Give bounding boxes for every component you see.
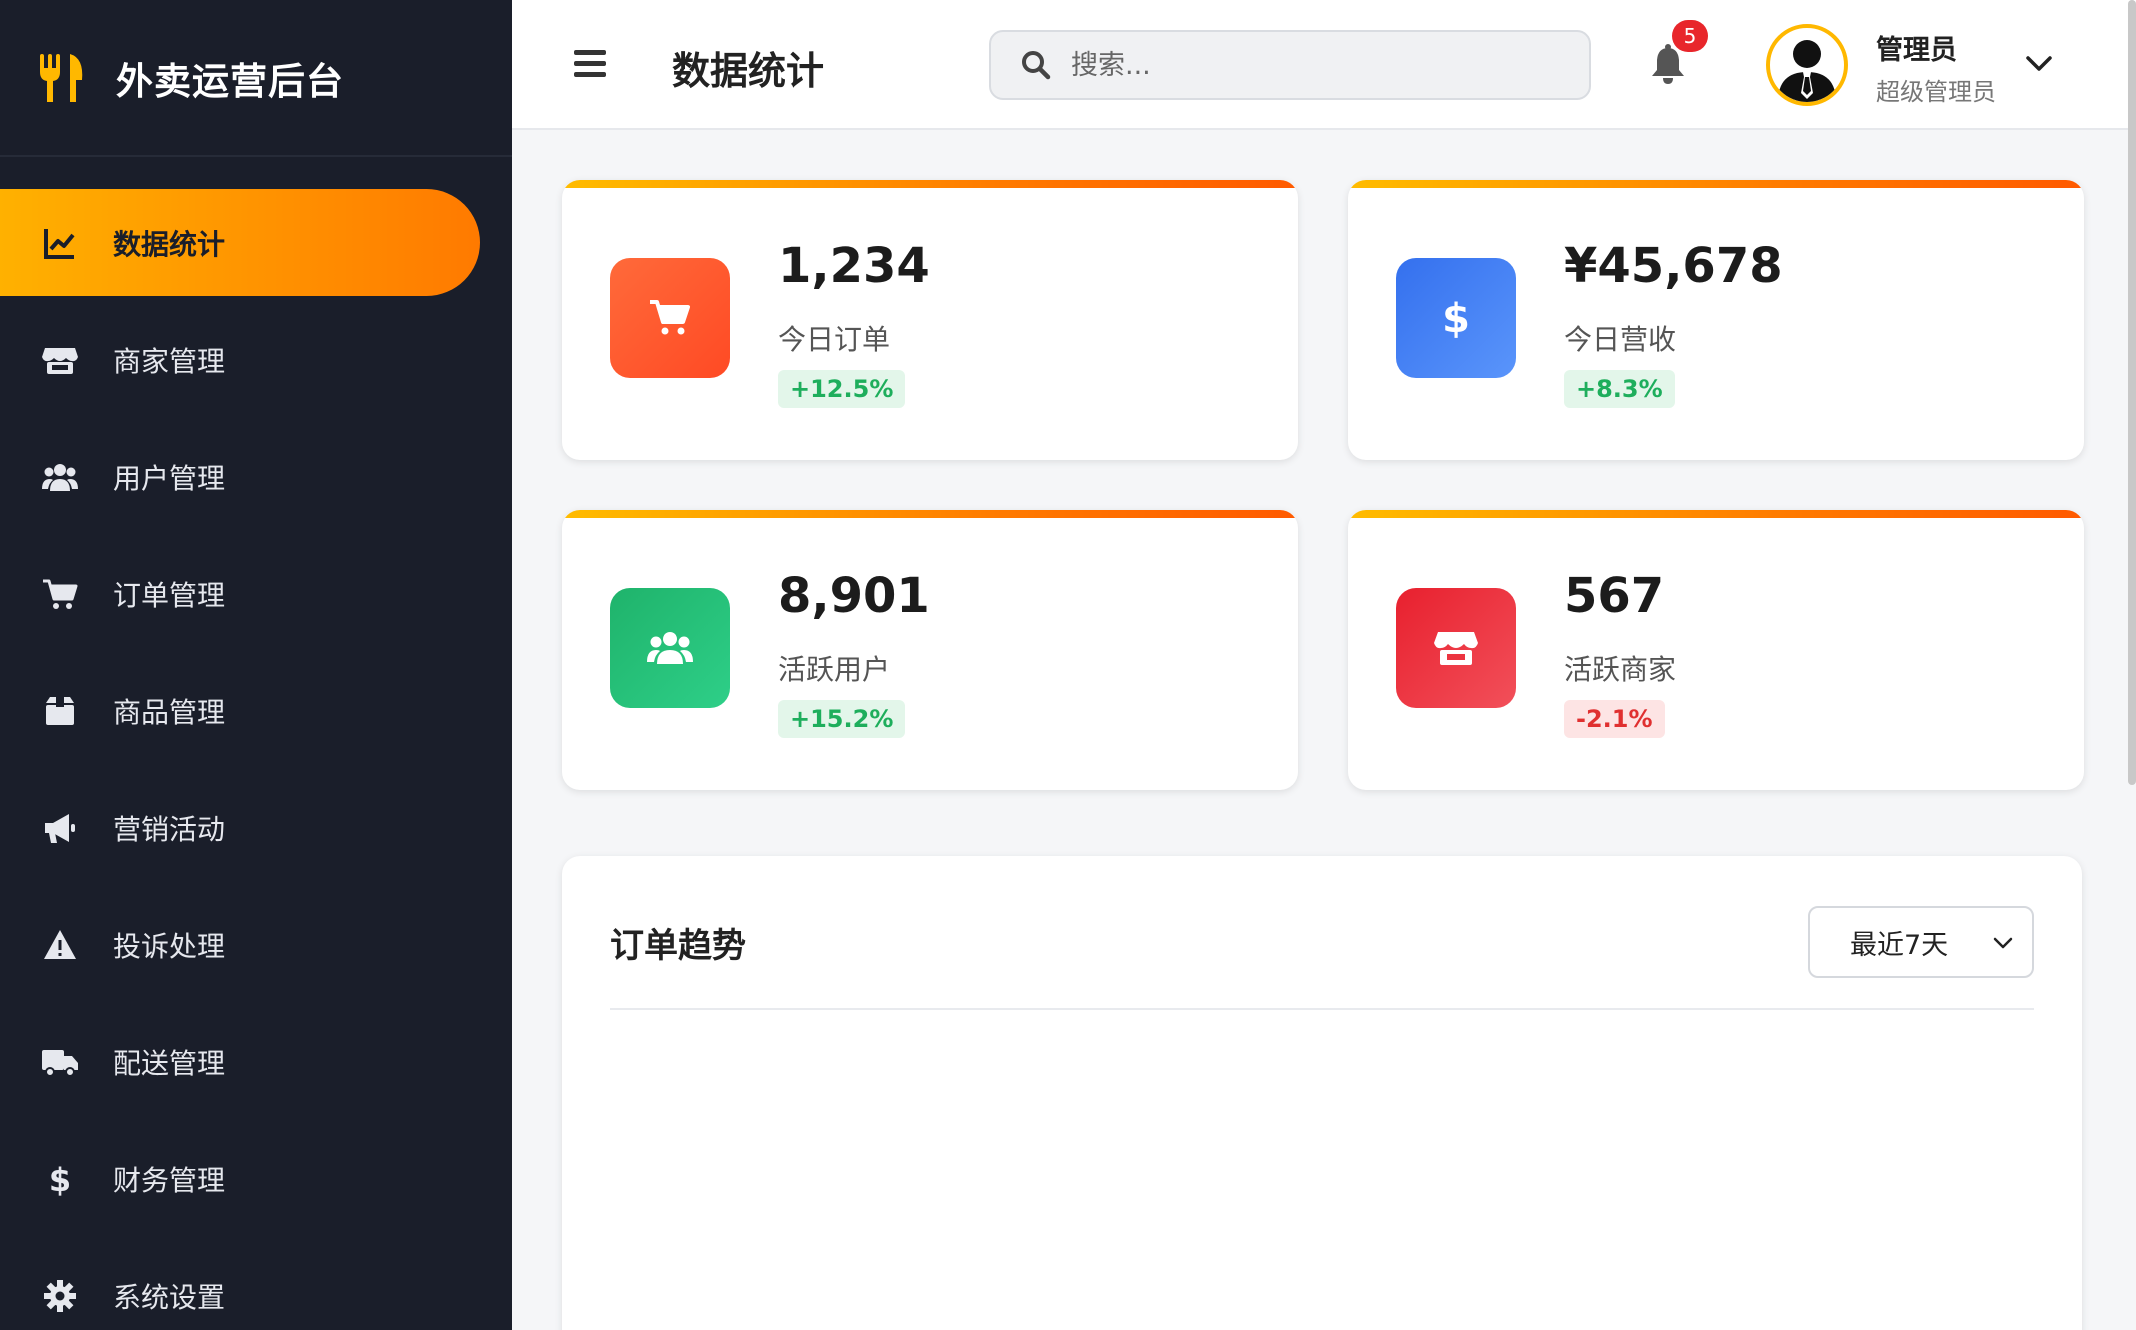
sidebar-item-orders[interactable]: 订单管理 [0,540,512,647]
sidebar-item-label: 配送管理 [113,1046,226,1080]
order-trend-panel: 订单趋势 最近7天 [562,856,2082,1330]
warning-icon [40,925,80,965]
scrollbar[interactable] [2128,0,2136,785]
search-icon [1022,51,1051,80]
users-icon [610,588,730,708]
panel-title: 订单趋势 [610,926,746,966]
stat-value: 567 [1564,568,1665,624]
box-icon [40,691,80,731]
avatar[interactable] [1766,24,1848,106]
sidebar-item-finance[interactable]: $ 财务管理 [0,1125,512,1232]
chevron-down-icon[interactable] [2024,52,2054,76]
svg-text:$: $ [1442,296,1470,342]
sidebar-item-complaints[interactable]: 投诉处理 [0,891,512,998]
sidebar-item-settings[interactable]: 系统设置 [0,1242,512,1330]
sidebar-item-label: 投诉处理 [113,929,226,963]
sidebar-item-marketing[interactable]: 营销活动 [0,774,512,881]
search-box[interactable] [989,30,1591,100]
range-select[interactable]: 最近7天 [1808,906,2034,978]
trend-badge: +8.3% [1564,370,1675,408]
stat-value: ¥45,678 [1564,238,1783,294]
stat-card-users[interactable]: 8,901 活跃用户 +15.2% [562,510,1298,790]
store-icon [40,340,80,380]
stat-label: 活跃商家 [1564,653,1677,686]
fork-knife-icon [40,53,83,102]
gear-icon [40,1276,80,1316]
truck-icon [40,1042,80,1082]
user-silhouette-icon [1778,40,1836,102]
users-icon [40,457,80,497]
menu-toggle-icon[interactable] [574,50,606,78]
page-title: 数据统计 [672,49,825,93]
stat-label: 今日营收 [1564,323,1677,356]
topbar: 数据统计 5 管理员 超级管理员 [512,0,2136,130]
sidebar-item-merchants[interactable]: 商家管理 [0,306,512,413]
dollar-icon: $ [1396,258,1516,378]
divider [610,1008,2034,1010]
dollar-icon: $ [40,1159,80,1199]
sidebar-item-label: 用户管理 [113,461,226,495]
chart-line-icon [40,223,80,263]
chevron-down-icon [1993,937,2013,949]
stat-value: 1,234 [778,238,930,294]
sidebar-item-label: 商品管理 [113,695,226,729]
cart-icon [40,574,80,614]
sidebar-item-users[interactable]: 用户管理 [0,423,512,530]
trend-badge: +15.2% [778,700,906,738]
stat-card-revenue[interactable]: $ ¥45,678 今日营收 +8.3% [1348,180,2084,460]
sidebar-item-label: 数据统计 [113,227,226,261]
sidebar-item-label: 系统设置 [113,1280,226,1314]
sidebar-nav: 数据统计 商家管理 用户管理 订单管理 商品管理 营销活动 投诉处理 配送管理 … [0,189,512,1330]
sidebar-item-label: 商家管理 [113,344,226,378]
notification-badge: 5 [1672,20,1708,52]
brand-title: 外卖运营后台 [116,59,344,103]
sidebar-item-label: 营销活动 [113,812,226,846]
range-select-value: 最近7天 [1850,929,1949,961]
svg-text:$: $ [49,1161,71,1197]
megaphone-icon [40,808,80,848]
stat-label: 今日订单 [778,323,891,356]
brand: 外卖运营后台 [0,0,512,157]
sidebar-item-delivery[interactable]: 配送管理 [0,1008,512,1115]
stat-label: 活跃用户 [778,653,891,686]
cart-icon [610,258,730,378]
user-role: 超级管理员 [1876,78,1996,106]
store-icon [1396,588,1516,708]
sidebar-item-label: 订单管理 [113,578,226,612]
search-input[interactable] [1071,49,1551,81]
stat-value: 8,901 [778,568,930,624]
sidebar: 外卖运营后台 数据统计 商家管理 用户管理 订单管理 商品管理 营销活动 投诉处… [0,0,512,1330]
stat-card-merchants[interactable]: 567 活跃商家 -2.1% [1348,510,2084,790]
sidebar-item-stats[interactable]: 数据统计 [0,189,480,296]
stat-card-orders[interactable]: 1,234 今日订单 +12.5% [562,180,1298,460]
trend-badge: -2.1% [1564,700,1665,738]
sidebar-item-products[interactable]: 商品管理 [0,657,512,764]
trend-badge: +12.5% [778,370,906,408]
user-name: 管理员 [1876,35,1957,66]
sidebar-item-label: 财务管理 [113,1163,226,1197]
